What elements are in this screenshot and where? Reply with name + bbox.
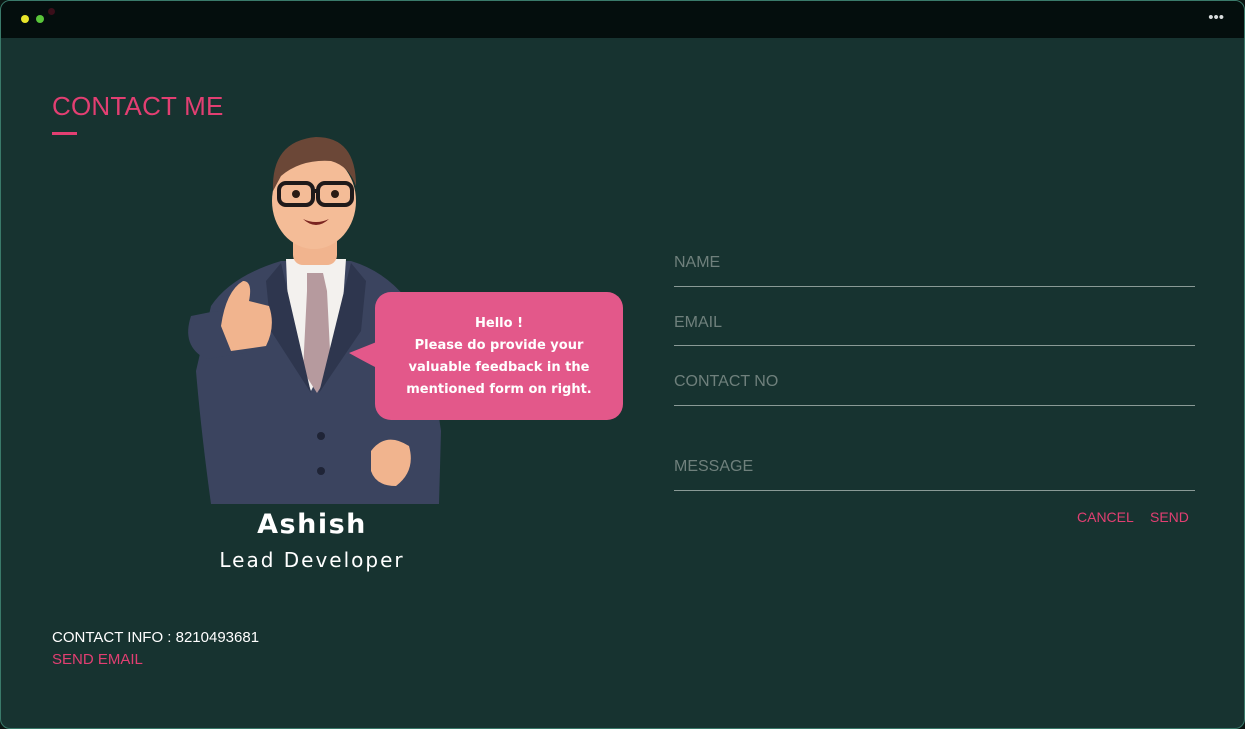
close-dot[interactable] <box>48 8 55 15</box>
name-field <box>674 253 1195 287</box>
maximize-dot[interactable] <box>36 15 44 23</box>
contact-info: CONTACT INFO : 8210493681 <box>52 629 260 646</box>
bubble-line-2: valuable feedback in the <box>408 360 590 375</box>
page-title: CONTACT ME <box>52 91 224 121</box>
speech-bubble: Hello ! Please do provide your valuable … <box>375 292 623 420</box>
contact-no-input[interactable] <box>674 372 1195 392</box>
app-window: ••• CONTACT ME Hello ! Please do provide… <box>0 0 1245 729</box>
send-button[interactable]: SEND <box>1150 509 1189 525</box>
message-input[interactable] <box>674 457 1195 477</box>
send-email-link[interactable]: SEND EMAIL <box>52 651 143 668</box>
title-underline <box>52 132 77 135</box>
bubble-line-1: Please do provide your <box>414 338 584 353</box>
email-input[interactable] <box>674 313 1195 333</box>
email-field <box>674 313 1195 346</box>
bubble-line-3: mentioned form on right. <box>406 382 592 397</box>
message-field <box>674 457 1195 491</box>
profile-name: Ashish <box>257 509 367 540</box>
bubble-greeting: Hello ! <box>475 316 523 331</box>
title-bar: ••• <box>1 1 1244 38</box>
contact-no-field <box>674 372 1195 406</box>
ellipsis-icon[interactable]: ••• <box>1208 10 1224 25</box>
profile-role: Lead Developer <box>219 548 405 572</box>
cancel-button[interactable]: CANCEL <box>1077 509 1134 525</box>
name-input[interactable] <box>674 253 1195 273</box>
minimize-dot[interactable] <box>21 15 29 23</box>
